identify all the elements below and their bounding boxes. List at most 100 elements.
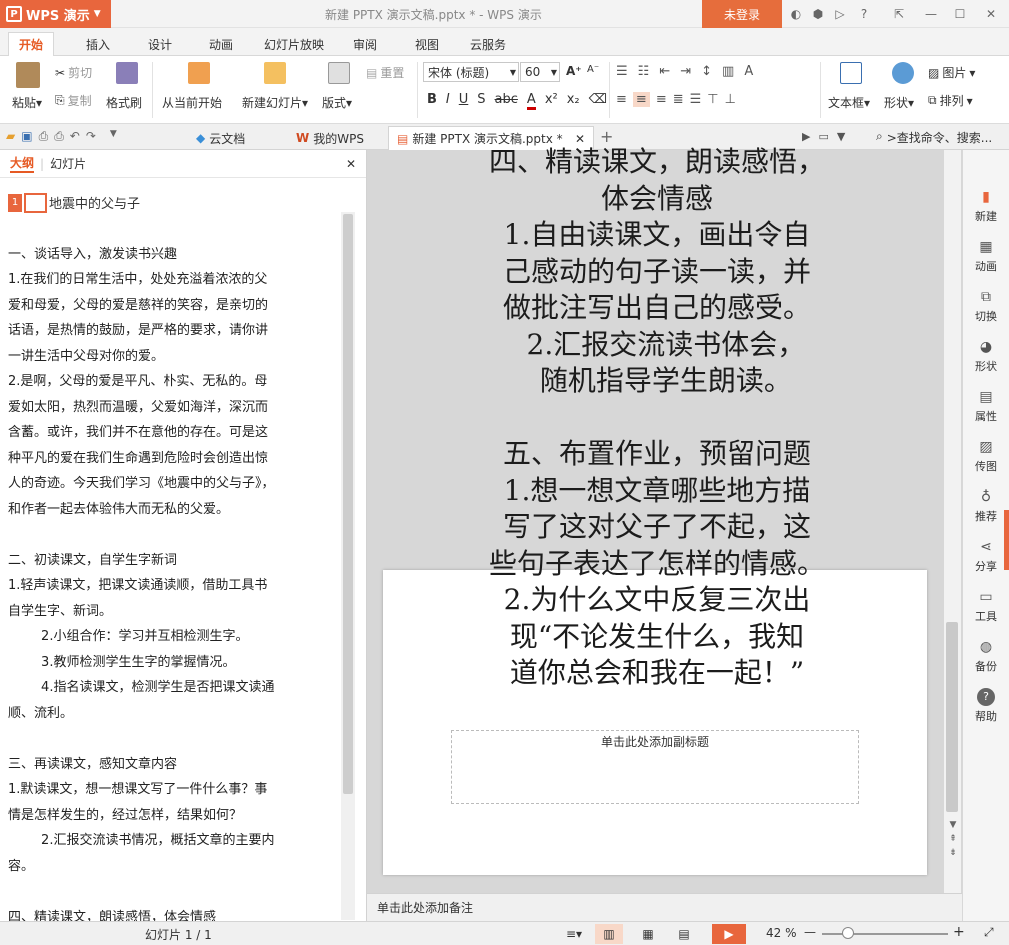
outline-line[interactable]: 含蓄。或许，我们并不在意他的存在。可是这 (8, 420, 334, 446)
scroll-nav-icons[interactable]: ▼ ⇞ ⇟ (946, 818, 960, 860)
slide-sorter-icon[interactable]: ▦ (634, 924, 662, 944)
print-icon[interactable]: ⎙ (54, 129, 64, 144)
play-icon[interactable]: ▶ (802, 130, 810, 143)
new-slide-button[interactable]: 新建幻灯片▾ (242, 62, 308, 111)
reading-view-icon[interactable]: ▤ (670, 924, 698, 944)
textbox-button[interactable]: 文本框▾ (828, 62, 870, 111)
underline-icon[interactable]: U (459, 92, 469, 110)
outline-line[interactable]: 容。 (8, 854, 334, 880)
layout-button[interactable]: 版式▾ (322, 62, 352, 111)
zoom-out-icon[interactable]: — (804, 925, 816, 939)
fit-window-icon[interactable]: ⤢ (984, 925, 994, 940)
redo-icon[interactable]: ↷ (86, 129, 96, 144)
panel-collapse-handle[interactable] (1004, 510, 1009, 570)
superscript-icon[interactable]: x² (545, 92, 558, 110)
slide-body-line[interactable]: 体会情感 (367, 181, 947, 218)
slide-body-line[interactable]: 2.汇报交流读书体会， (367, 327, 947, 364)
slide-body-text[interactable]: 四、精读课文，朗读感悟， 体会情感 1.自由读课文，画出令自 己感动的句子读一读，并做… (367, 144, 947, 692)
zoom-slider-thumb[interactable] (842, 927, 854, 939)
chat-icon[interactable]: ▭ (818, 130, 828, 143)
justify-icon[interactable]: ≣ (673, 92, 684, 107)
outline-line[interactable] (8, 522, 334, 548)
subscript-icon[interactable]: x₂ (567, 92, 580, 110)
outline-line[interactable]: 顺、流利。 (8, 701, 334, 727)
slide-title-outline[interactable]: 地震中的父与子 (49, 193, 140, 212)
tab-animation[interactable]: 动画 (199, 32, 243, 56)
play-slideshow-button[interactable]: ▶ (712, 924, 746, 944)
slide-body-line[interactable]: 己感动的句子读一读，并 (367, 254, 947, 291)
bullet-list-icon[interactable]: ☰ (616, 64, 628, 79)
tab-design[interactable]: 设计 (138, 32, 182, 56)
shadow-icon[interactable]: S (477, 92, 485, 110)
slide-body-line[interactable]: 做批注写出自己的感受。 (367, 290, 947, 327)
outline-line[interactable]: 二、初读课文，自学生字新词 (8, 548, 334, 574)
outline-line[interactable]: 爱如太阳，热烈而温暖，父爱如海洋，深沉而 (8, 395, 334, 421)
open-icon[interactable]: ▰ (6, 129, 15, 144)
copy-button[interactable]: ⎘ 复制 (55, 92, 92, 109)
slide-body-line[interactable]: 1.自由读课文，画出令自 (367, 217, 947, 254)
rightbar-properties[interactable]: ▤ 属性 (963, 388, 1009, 424)
outline-line[interactable]: 自学生字、新词。 (8, 599, 334, 625)
arrange-button[interactable]: ⧉ 排列 ▾ (928, 92, 973, 109)
cube-icon[interactable]: ⬢ (810, 6, 826, 22)
align-top-icon[interactable]: ⊤ (707, 92, 718, 107)
rightbar-help[interactable]: ? 帮助 (963, 688, 1009, 724)
italic-icon[interactable]: I (446, 92, 450, 110)
outline-line[interactable] (8, 879, 334, 905)
slide-body-line[interactable]: 1.想一想文章哪些地方描 (367, 473, 947, 510)
align-center-icon[interactable]: ≡ (632, 92, 650, 107)
font-color-icon[interactable]: A (526, 92, 536, 110)
fullscreen-icon[interactable]: ⇱ (891, 6, 907, 22)
bold-icon[interactable]: B (427, 92, 437, 110)
font-name-select[interactable]: 宋体 (标题) ▼ (423, 62, 519, 82)
strike-icon[interactable]: abc (495, 92, 518, 110)
skin-icon[interactable]: ◐ (788, 6, 804, 22)
tab-slideshow[interactable]: 幻灯片放映 (254, 32, 334, 56)
subtitle-placeholder[interactable]: 单击此处添加副标题 (451, 730, 859, 804)
outline-scrollbar-thumb[interactable] (343, 214, 353, 794)
tab-slides[interactable]: 幻灯片 (50, 155, 86, 172)
outline-line[interactable]: 一讲生活中父母对你的爱。 (8, 344, 334, 370)
picture-button[interactable]: ▨ 图片 ▾ (928, 64, 975, 81)
normal-view-icon[interactable]: ▥ (595, 924, 623, 944)
cut-button[interactable]: ✂ 剪切 (55, 64, 92, 81)
outline-line[interactable]: 3.教师检测学生生字的掌握情况。 (8, 650, 334, 676)
zoom-in-icon[interactable]: + (953, 924, 965, 940)
rightbar-tools[interactable]: ▭ 工具 (963, 588, 1009, 624)
outline-line[interactable]: 一、谈话导入，激发读书兴趣 (8, 242, 334, 268)
indent-decrease-icon[interactable]: ⇤ (659, 64, 670, 79)
tab-review[interactable]: 审阅 (343, 32, 387, 56)
format-painter-button[interactable]: 格式刷 (106, 62, 142, 111)
outline-line[interactable]: 爱和母爱，父母的爱是慈祥的笑容，是亲切的 (8, 293, 334, 319)
rightbar-transition[interactable]: ⧉ 切换 (963, 288, 1009, 324)
slide-body-line[interactable]: 些句子表达了怎样的情感。 (367, 546, 947, 583)
tab-cloud-docs[interactable]: ◆ 云文档 (188, 126, 253, 150)
zoom-level[interactable]: 42 % (766, 926, 797, 940)
minimize-icon[interactable]: — (923, 6, 939, 22)
login-button[interactable]: 未登录 (702, 0, 782, 28)
zoom-slider[interactable] (822, 933, 948, 935)
rightbar-share[interactable]: ⋖ 分享 (963, 538, 1009, 574)
notes-toggle-icon[interactable]: ≡▾ (560, 924, 588, 944)
slide-body-line[interactable]: 道你总会和我在一起！” (367, 655, 947, 692)
align-right-icon[interactable]: ≡ (656, 92, 667, 107)
reset-button[interactable]: ▤ 重置 (366, 64, 404, 81)
outline-line[interactable]: 和作者一起去体验伟大而无私的父爱。 (8, 497, 334, 523)
tab-view[interactable]: 视图 (405, 32, 449, 56)
outline-line[interactable]: 1.轻声读课文，把课文读通读顺，借助工具书 (8, 573, 334, 599)
slide-body-line[interactable]: 现“不论发生什么，我知 (367, 619, 947, 656)
shape-button[interactable]: 形状▾ (884, 62, 914, 111)
save-icon[interactable]: ▣ (21, 129, 32, 144)
rightbar-animation[interactable]: ▦ 动画 (963, 238, 1009, 274)
rightbar-backup[interactable]: ◍ 备份 (963, 638, 1009, 674)
outline-line[interactable]: 2.是啊，父母的爱是平凡、朴实、无私的。母 (8, 369, 334, 395)
line-spacing-icon[interactable]: ↕ (701, 64, 712, 79)
slide-body-line[interactable]: 四、精读课文，朗读感悟， (367, 144, 947, 181)
clear-format-icon[interactable]: ⌫ (589, 92, 607, 110)
app-menu-button[interactable]: P WPS 演示 ▼ (0, 0, 111, 28)
outline-text[interactable]: 一、谈话导入，激发读书兴趣 1.在我们的日常生活中，处处充溢着浓浓的父 爱和母爱，父… (8, 216, 334, 930)
outline-line[interactable]: 人的奇迹。今天我们学习《地震中的父与子》， (8, 471, 334, 497)
notes-pane[interactable]: 单击此处添加备注 (367, 893, 962, 921)
numbered-list-icon[interactable]: ☷ (638, 64, 650, 79)
align-left-icon[interactable]: ≡ (616, 92, 627, 107)
